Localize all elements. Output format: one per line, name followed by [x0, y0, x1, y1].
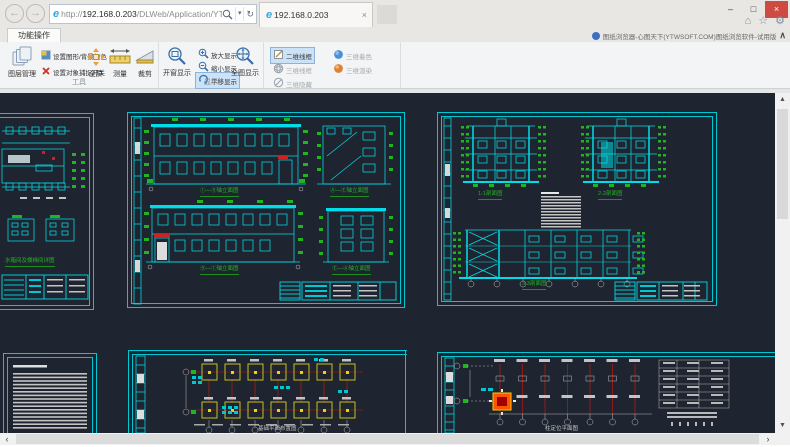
window-zoom-button[interactable]: 开窗显示 — [161, 46, 193, 77]
sheet-column-plan — [437, 352, 775, 433]
horizontal-scroll-thumb[interactable] — [16, 434, 759, 444]
tools-group-label: 工具 — [0, 77, 158, 87]
address-bar[interactable]: e http://192.168.0.203/DLWeb/Application… — [49, 4, 257, 24]
tab-title: 192.168.0.203 — [274, 10, 328, 20]
four-arrows-icon — [84, 47, 108, 70]
settings-gear-icon[interactable]: ⚙ — [775, 15, 785, 28]
fullscreen-button[interactable]: 全屏 — [84, 47, 108, 78]
ribbon-group-display: 开窗显示 放大显示 缩小显示 平移显示 全图显示 显示 — [159, 42, 264, 88]
back-icon: ← — [9, 7, 20, 19]
horizontal-scrollbar[interactable]: ‹ › — [0, 433, 775, 445]
new-tab-button[interactable] — [377, 5, 397, 24]
collapse-ribbon-icon[interactable]: ∧ — [779, 30, 786, 41]
drawing-label-elevation-9-1: ⑨—①轴立面图 — [200, 267, 239, 275]
clip-shape-icon — [132, 47, 158, 70]
forward-button[interactable]: → — [26, 4, 45, 23]
autocomplete-dropdown-icon[interactable]: ▾ — [238, 5, 242, 23]
color-swatch-icon — [41, 50, 51, 62]
drawing-label-elevation-1-9: ①—⑨轴立面图 — [200, 189, 239, 197]
home-icon[interactable]: ⌂ — [745, 15, 752, 28]
clip-button[interactable]: 裁剪 — [132, 47, 158, 78]
drawing-label-detail: 水箱间及楼梯间详图 — [5, 259, 55, 267]
sheet-foundation-plan — [128, 350, 407, 433]
favorites-star-icon[interactable]: ☆ — [758, 15, 768, 28]
sheet-notes — [3, 353, 97, 433]
rendered-3d-button[interactable]: 三维渲染 — [330, 61, 375, 78]
drawing-label-elevation-a-e: Ⓐ—Ⓔ轴立面图 — [330, 189, 369, 197]
drawing-label-section-3-3: 3-3剖面图 — [522, 282, 546, 290]
zoom-extents-button[interactable]: 全图显示 — [229, 46, 261, 77]
ribbon-group-visual-styles: 二维线框 三维线框 三维隐藏 三维着色 三维渲染 — [264, 42, 401, 88]
forward-icon: → — [30, 7, 41, 19]
measure-button[interactable]: 测量 — [108, 47, 132, 78]
ribbon-tab-function[interactable]: 功能操作 — [7, 28, 61, 43]
ie-favicon: e — [53, 8, 59, 20]
ribbon: 图层管理 设置图形/背景颜色 设置对象捕捉开关 全屏 测量 裁剪 工具 开窗显示 — [0, 42, 790, 89]
drawing-label-elevation-e-a: Ⓔ—Ⓐ轴立面图 — [332, 267, 371, 275]
browser-command-icons: ⌂ ☆ ⚙ — [745, 15, 785, 28]
sheet-elevations — [127, 112, 405, 308]
scroll-right-icon[interactable]: › — [761, 433, 775, 445]
back-button[interactable]: ← — [5, 4, 24, 23]
notification-text: 图纸浏览器-心图天下(YTWSOFT.COM)图纸浏览软件-试用版 — [603, 31, 777, 41]
sheet-sections — [437, 112, 717, 306]
ribbon-empty-area — [401, 42, 790, 88]
layer-manager-button[interactable]: 图层管理 — [4, 45, 40, 78]
browser-tab[interactable]: e 192.168.0.203 × — [259, 2, 373, 27]
browser-chrome: ← → e http://192.168.0.203/DLWeb/Applica… — [0, 0, 790, 42]
scroll-up-icon[interactable]: ▲ — [775, 93, 790, 107]
tab-close-icon[interactable]: × — [362, 10, 367, 20]
vertical-scroll-thumb[interactable] — [777, 109, 788, 219]
zoom-extents-icon — [229, 46, 261, 69]
zoom-window-icon — [161, 46, 193, 69]
search-icon[interactable] — [222, 9, 233, 20]
notification-bar: 图纸浏览器-心图天下(YTWSOFT.COM)图纸浏览软件-试用版 ∧ — [592, 30, 786, 41]
url-text: http://192.168.0.203/DLWeb/Application/Y… — [61, 9, 222, 19]
cad-viewport[interactable]: ①—⑨轴立面图 Ⓐ—Ⓔ轴立面图 ⑨—①轴立面图 Ⓔ—Ⓐ轴立面图 1-1剖面图 2… — [0, 93, 775, 433]
drawing-label-section-1-1: 1-1剖面图 — [478, 192, 502, 200]
display-group-label: 显示 — [159, 77, 263, 87]
app-logo-icon — [592, 32, 600, 40]
ruler-icon — [108, 47, 132, 70]
rendered-sphere-icon — [333, 63, 344, 76]
tab-favicon: e — [266, 9, 272, 21]
minimize-button[interactable]: – — [719, 1, 742, 18]
drawing-label-section-2-2: 2-2剖面图 — [598, 192, 622, 200]
vertical-scrollbar[interactable]: ▲ ▼ — [775, 93, 790, 433]
refresh-icon[interactable]: ↻ — [246, 5, 254, 23]
ribbon-group-tools: 图层管理 设置图形/背景颜色 设置对象捕捉开关 全屏 测量 裁剪 工具 — [0, 42, 159, 88]
sheet-detail-drawings — [0, 113, 98, 310]
scroll-down-icon[interactable]: ▼ — [775, 419, 790, 433]
scroll-left-icon[interactable]: ‹ — [0, 433, 14, 445]
scrollbar-corner — [775, 433, 790, 445]
layers-icon — [4, 45, 40, 70]
